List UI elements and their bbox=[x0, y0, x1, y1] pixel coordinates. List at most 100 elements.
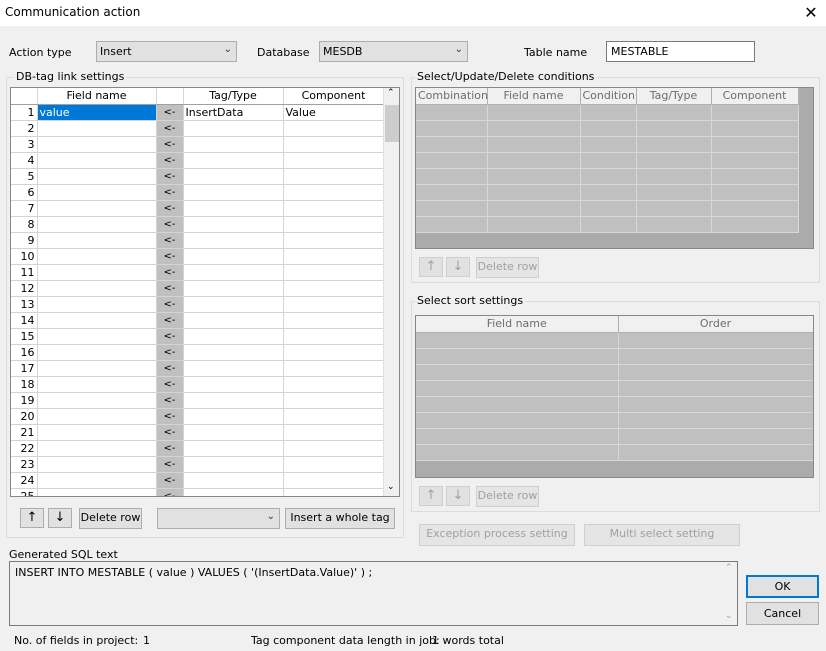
field-name-cell[interactable] bbox=[37, 184, 157, 201]
scroll-down-icon[interactable]: ⌄ bbox=[725, 611, 733, 621]
field-name-cell[interactable] bbox=[37, 360, 157, 377]
component-cell[interactable] bbox=[283, 344, 385, 361]
table-row[interactable]: 1 value <- InsertData Value bbox=[11, 104, 385, 121]
tag-type-cell[interactable] bbox=[183, 488, 284, 496]
link-arrow-button[interactable]: <- bbox=[156, 488, 184, 496]
component-cell[interactable] bbox=[283, 200, 385, 217]
field-name-cell[interactable] bbox=[37, 232, 157, 249]
link-arrow-button[interactable]: <- bbox=[156, 312, 184, 329]
row-number[interactable]: 17 bbox=[11, 360, 38, 377]
row-number[interactable]: 15 bbox=[11, 328, 38, 345]
field-name-cell[interactable] bbox=[37, 408, 157, 425]
tag-type-cell[interactable] bbox=[183, 168, 284, 185]
tag-type-cell[interactable] bbox=[183, 136, 284, 153]
table-row[interactable]: 11 <- bbox=[11, 264, 385, 281]
field-name-cell[interactable] bbox=[37, 488, 157, 496]
tag-type-cell[interactable] bbox=[183, 376, 284, 393]
tag-type-cell[interactable] bbox=[183, 424, 284, 441]
link-arrow-button[interactable]: <- bbox=[156, 392, 184, 409]
row-number[interactable]: 2 bbox=[11, 120, 38, 137]
row-number[interactable]: 8 bbox=[11, 216, 38, 233]
row-number[interactable]: 4 bbox=[11, 152, 38, 169]
table-row[interactable]: 10 <- bbox=[11, 248, 385, 265]
row-number[interactable]: 20 bbox=[11, 408, 38, 425]
component-cell[interactable] bbox=[283, 440, 385, 457]
tag-type-cell[interactable] bbox=[183, 216, 284, 233]
tag-type-cell[interactable] bbox=[183, 232, 284, 249]
column-header[interactable]: Tag/Type bbox=[183, 88, 284, 105]
link-arrow-button[interactable]: <- bbox=[156, 472, 184, 489]
component-cell[interactable] bbox=[283, 248, 385, 265]
sort-delete-row-button[interactable]: Delete row bbox=[476, 486, 539, 507]
sql-textarea[interactable]: INSERT INTO MESTABLE ( value ) VALUES ( … bbox=[9, 561, 738, 626]
component-cell[interactable] bbox=[283, 472, 385, 489]
row-number[interactable]: 14 bbox=[11, 312, 38, 329]
table-row[interactable]: 21 <- bbox=[11, 424, 385, 441]
field-name-cell[interactable] bbox=[37, 280, 157, 297]
link-arrow-button[interactable]: <- bbox=[156, 120, 184, 137]
table-row[interactable]: 14 <- bbox=[11, 312, 385, 329]
table-row[interactable]: 4 <- bbox=[11, 152, 385, 169]
scroll-up-icon[interactable]: ⌃ bbox=[725, 563, 733, 573]
row-number[interactable]: 23 bbox=[11, 456, 38, 473]
tag-type-cell[interactable] bbox=[183, 472, 284, 489]
row-number[interactable]: 9 bbox=[11, 232, 38, 249]
table-row[interactable]: 8 <- bbox=[11, 216, 385, 233]
tag-type-cell[interactable] bbox=[183, 184, 284, 201]
link-arrow-button[interactable]: <- bbox=[156, 232, 184, 249]
row-number[interactable]: 7 bbox=[11, 200, 38, 217]
cancel-button[interactable]: Cancel bbox=[746, 602, 819, 625]
exception-process-button[interactable]: Exception process setting bbox=[419, 524, 575, 546]
field-name-cell[interactable] bbox=[37, 344, 157, 361]
table-row[interactable]: 17 <- bbox=[11, 360, 385, 377]
component-cell[interactable] bbox=[283, 376, 385, 393]
database-dropdown[interactable]: MESDB ⌄ bbox=[319, 41, 468, 62]
link-arrow-button[interactable]: <- bbox=[156, 328, 184, 345]
row-number[interactable]: 18 bbox=[11, 376, 38, 393]
table-row[interactable]: 19 <- bbox=[11, 392, 385, 409]
tag-type-cell[interactable] bbox=[183, 296, 284, 313]
field-name-cell[interactable] bbox=[37, 168, 157, 185]
link-arrow-button[interactable]: <- bbox=[156, 456, 184, 473]
link-arrow-button[interactable]: <- bbox=[156, 168, 184, 185]
delete-row-button[interactable]: Delete row bbox=[79, 508, 142, 529]
tag-type-cell[interactable] bbox=[183, 328, 284, 345]
ok-button[interactable]: OK bbox=[746, 575, 819, 598]
row-number[interactable]: 22 bbox=[11, 440, 38, 457]
link-arrow-button[interactable]: <- bbox=[156, 408, 184, 425]
multi-select-button[interactable]: Multi select setting bbox=[584, 524, 740, 546]
field-name-cell[interactable] bbox=[37, 456, 157, 473]
table-row[interactable]: 16 <- bbox=[11, 344, 385, 361]
table-row[interactable]: 6 <- bbox=[11, 184, 385, 201]
link-arrow-button[interactable]: <- bbox=[156, 248, 184, 265]
table-row[interactable]: 25 <- bbox=[11, 488, 385, 496]
link-arrow-button[interactable]: <- bbox=[156, 280, 184, 297]
component-cell[interactable] bbox=[283, 152, 385, 169]
tag-dropdown[interactable]: ⌄ bbox=[157, 508, 280, 529]
tag-type-cell[interactable] bbox=[183, 248, 284, 265]
row-number[interactable]: 19 bbox=[11, 392, 38, 409]
field-name-cell[interactable] bbox=[37, 328, 157, 345]
field-name-cell[interactable] bbox=[37, 136, 157, 153]
link-arrow-button[interactable]: <- bbox=[156, 440, 184, 457]
table-row[interactable]: 5 <- bbox=[11, 168, 385, 185]
sql-scrollbar[interactable]: ⌃ ⌄ bbox=[722, 562, 737, 625]
action-type-dropdown[interactable]: Insert ⌄ bbox=[96, 41, 237, 62]
component-cell[interactable] bbox=[283, 216, 385, 233]
tag-type-cell[interactable] bbox=[183, 440, 284, 457]
tag-type-cell[interactable] bbox=[183, 280, 284, 297]
cond-delete-row-button[interactable]: Delete row bbox=[476, 257, 539, 278]
table-row[interactable]: 2 <- bbox=[11, 120, 385, 137]
table-row[interactable]: 23 <- bbox=[11, 456, 385, 473]
link-arrow-button[interactable]: <- bbox=[156, 184, 184, 201]
row-number[interactable]: 6 bbox=[11, 184, 38, 201]
component-cell[interactable] bbox=[283, 120, 385, 137]
table-row[interactable]: 15 <- bbox=[11, 328, 385, 345]
component-cell[interactable] bbox=[283, 424, 385, 441]
insert-whole-tag-button[interactable]: Insert a whole tag bbox=[285, 508, 395, 529]
field-name-cell[interactable] bbox=[37, 312, 157, 329]
component-cell[interactable] bbox=[283, 392, 385, 409]
table-row[interactable]: 13 <- bbox=[11, 296, 385, 313]
tag-type-cell[interactable] bbox=[183, 392, 284, 409]
scroll-down-icon[interactable]: ⌄ bbox=[387, 482, 395, 492]
